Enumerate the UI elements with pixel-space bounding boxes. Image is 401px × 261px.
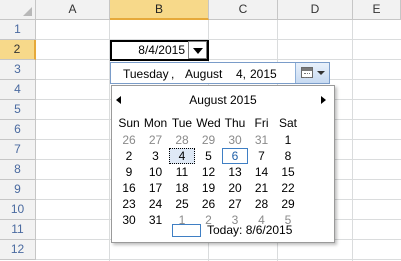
weekday-header: Sun bbox=[118, 116, 140, 130]
row-header-11[interactable]: 11 bbox=[0, 220, 36, 240]
calendar-day[interactable]: 1 bbox=[275, 132, 301, 148]
calendar-day[interactable]: 31 bbox=[143, 212, 169, 228]
chevron-down-icon bbox=[193, 48, 203, 54]
calendar-day[interactable]: 29 bbox=[275, 196, 301, 212]
row-header-2[interactable]: 2 bbox=[0, 40, 36, 60]
calendar-day[interactable]: 18 bbox=[169, 180, 195, 196]
gridline bbox=[352, 20, 353, 261]
gridline bbox=[36, 39, 401, 40]
calendar-day[interactable]: 29 bbox=[196, 132, 222, 148]
row-header-5[interactable]: 5 bbox=[0, 100, 36, 120]
calendar-day[interactable]: 28 bbox=[169, 132, 195, 148]
calendar-day[interactable]: 5 bbox=[196, 148, 222, 164]
calendar-day[interactable]: 30 bbox=[222, 132, 248, 148]
previous-month-icon[interactable] bbox=[116, 96, 121, 104]
row-header-7[interactable]: 7 bbox=[0, 140, 36, 160]
calendar-day[interactable]: 19 bbox=[196, 180, 222, 196]
gridline bbox=[36, 259, 401, 260]
calendar-day[interactable]: 27 bbox=[222, 196, 248, 212]
calendar-day[interactable]: 21 bbox=[249, 180, 275, 196]
calendar-day[interactable]: 14 bbox=[249, 164, 275, 180]
weekday-header: Tue bbox=[171, 116, 193, 130]
calendar-day[interactable]: 24 bbox=[143, 196, 169, 212]
calendar-day[interactable]: 25 bbox=[169, 196, 195, 212]
calendar-day[interactable]: 15 bbox=[275, 164, 301, 180]
calendar-day[interactable]: 10 bbox=[143, 164, 169, 180]
column-header-b[interactable]: B bbox=[110, 0, 209, 20]
calendar-day[interactable]: 12 bbox=[196, 164, 222, 180]
date-editor-month[interactable]: August bbox=[185, 67, 222, 81]
column-header-c[interactable]: C bbox=[209, 0, 278, 20]
calendar-day[interactable]: 17 bbox=[143, 180, 169, 196]
calendar-month-title[interactable]: August 2015 bbox=[160, 93, 286, 107]
column-header-e[interactable]: E bbox=[353, 0, 401, 20]
calendar-day[interactable]: 26 bbox=[196, 196, 222, 212]
date-editor-weekday[interactable]: Tuesday bbox=[123, 67, 169, 81]
cell-dropdown-button[interactable] bbox=[188, 41, 207, 59]
date-editor-year[interactable]: 2015 bbox=[250, 67, 277, 81]
calendar-day[interactable]: 9 bbox=[116, 164, 142, 180]
calendar-day[interactable]: 7 bbox=[249, 148, 275, 164]
today-link[interactable]: Today: 8/6/2015 bbox=[207, 223, 292, 237]
calendar-day[interactable]: 2 bbox=[116, 148, 142, 164]
column-header-d[interactable]: D bbox=[278, 0, 353, 20]
next-month-icon[interactable] bbox=[321, 96, 326, 104]
row-header-10[interactable]: 10 bbox=[0, 200, 36, 220]
weekday-header: Thu bbox=[224, 116, 246, 130]
calendar-day[interactable]: 23 bbox=[116, 196, 142, 212]
calendar-day[interactable]: 4 bbox=[169, 148, 195, 164]
calendar-day[interactable]: 28 bbox=[249, 196, 275, 212]
row-header-9[interactable]: 9 bbox=[0, 180, 36, 200]
calendar-icon bbox=[301, 67, 313, 78]
weekday-header: Mon bbox=[143, 116, 168, 130]
calendar-day[interactable]: 30 bbox=[116, 212, 142, 228]
date-editor-day[interactable]: 4, bbox=[236, 67, 246, 81]
row-header-12[interactable]: 12 bbox=[0, 240, 36, 260]
select-all-corner[interactable] bbox=[0, 0, 36, 20]
gridline bbox=[36, 59, 401, 60]
calendar-day[interactable]: 6 bbox=[222, 148, 248, 164]
calendar-day[interactable]: 16 bbox=[116, 180, 142, 196]
row-header-3[interactable]: 3 bbox=[0, 60, 36, 80]
row-header-1[interactable]: 1 bbox=[0, 20, 36, 40]
calendar-day[interactable]: 8 bbox=[275, 148, 301, 164]
calendar-dropdown-button[interactable] bbox=[295, 63, 329, 83]
row-header-6[interactable]: 6 bbox=[0, 120, 36, 140]
weekday-header: Fri bbox=[254, 116, 269, 130]
active-cell-value: 8/4/2015 bbox=[138, 43, 185, 57]
calendar-day[interactable]: 20 bbox=[222, 180, 248, 196]
calendar-day[interactable]: 26 bbox=[116, 132, 142, 148]
today-marker-box bbox=[172, 224, 201, 237]
row-header-8[interactable]: 8 bbox=[0, 160, 36, 180]
row-header-4[interactable]: 4 bbox=[0, 80, 36, 100]
chevron-down-icon bbox=[317, 71, 325, 75]
date-editor-separator: , bbox=[171, 67, 175, 81]
weekday-header: Sat bbox=[278, 116, 297, 130]
weekday-header: Wed bbox=[196, 116, 221, 130]
calendar-day[interactable]: 27 bbox=[143, 132, 169, 148]
calendar-day[interactable]: 3 bbox=[143, 148, 169, 164]
calendar-day[interactable]: 31 bbox=[249, 132, 275, 148]
column-header-a[interactable]: A bbox=[36, 0, 110, 20]
calendar-day[interactable]: 11 bbox=[169, 164, 195, 180]
calendar-day[interactable]: 13 bbox=[222, 164, 248, 180]
select-all-triangle-icon bbox=[23, 7, 32, 16]
calendar-day[interactable]: 22 bbox=[275, 180, 301, 196]
